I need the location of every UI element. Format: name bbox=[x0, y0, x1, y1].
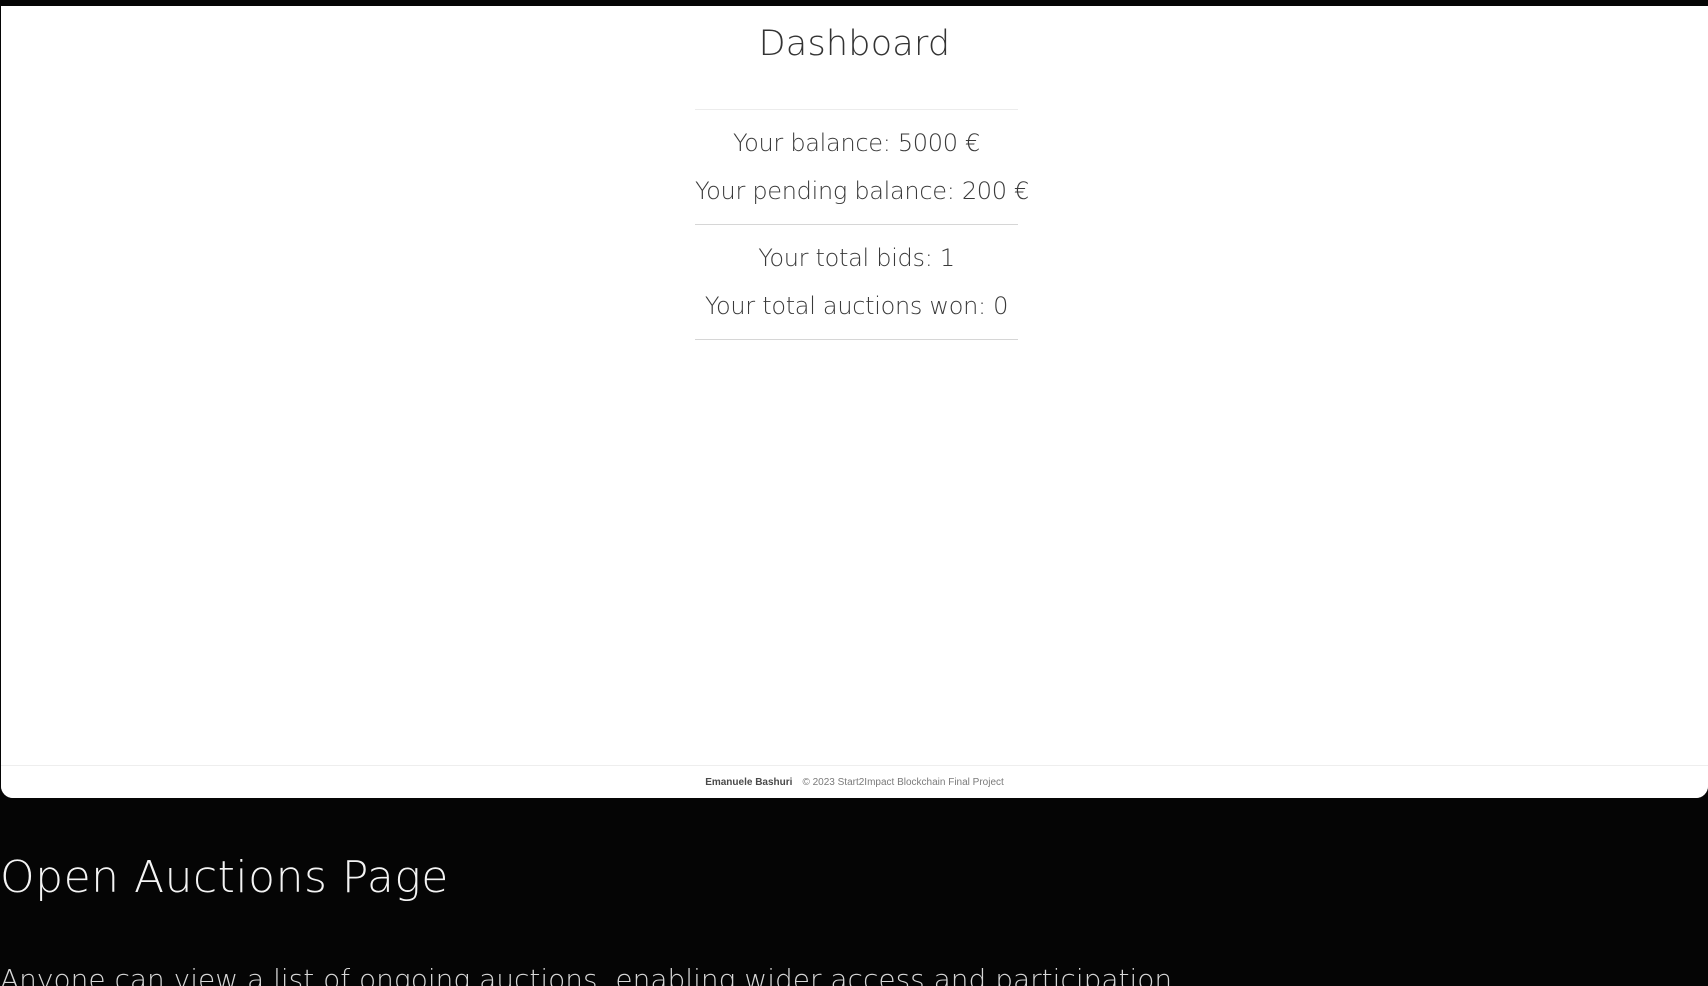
section-heading: Open Auctions Page bbox=[0, 852, 449, 903]
divider bbox=[695, 339, 1018, 340]
dashboard-screenshot: Dashboard Your balance: 5000 € Your pend… bbox=[1, 6, 1708, 798]
presentation-page: Dashboard Your balance: 5000 € Your pend… bbox=[0, 0, 1708, 986]
balance-group: Your balance: 5000 € Your pending balanc… bbox=[695, 110, 1030, 224]
total-auctions-won-text: Your total auctions won: 0 bbox=[704, 292, 1009, 320]
section-description: Anyone can view a list of ongoing auctio… bbox=[0, 963, 1182, 986]
footer: Emanuele Bashuri © 2023 Start2Impact Blo… bbox=[1, 765, 1708, 798]
balance-text: Your balance: 5000 € bbox=[732, 129, 981, 157]
footer-author: Emanuele Bashuri bbox=[705, 776, 793, 788]
pending-balance-text: Your pending balance: 200 € bbox=[695, 177, 1030, 205]
dashboard-title: Dashboard bbox=[758, 24, 951, 64]
dashboard-stats: Your balance: 5000 € Your pending balanc… bbox=[695, 109, 1030, 340]
footer-copyright: © 2023 Start2Impact Blockchain Final Pro… bbox=[802, 776, 1004, 788]
total-bids-text: Your total bids: 1 bbox=[758, 244, 955, 272]
activity-group: Your total bids: 1 Your total auctions w… bbox=[695, 225, 1018, 339]
